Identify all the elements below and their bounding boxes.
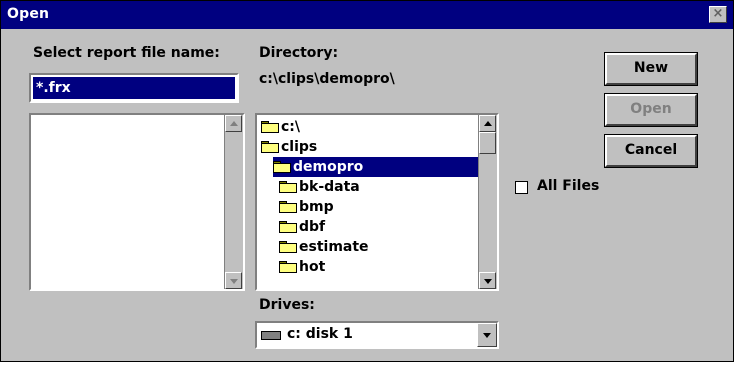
drive-dropdown-button[interactable] <box>477 323 497 347</box>
directory-item[interactable]: demopro <box>273 157 478 177</box>
directory-item[interactable]: bmp <box>279 197 334 217</box>
filename-value: *.frx <box>33 77 235 99</box>
directory-scrollbar[interactable] <box>478 115 497 289</box>
directory-item-label: bk-data <box>299 179 360 195</box>
directory-item-label: dbf <box>299 219 326 235</box>
directory-label: Directory: <box>259 45 339 61</box>
folder-icon <box>279 261 297 273</box>
directory-item-label: estimate <box>299 239 369 255</box>
directory-item[interactable]: hot <box>279 257 325 277</box>
dir-scroll-down-button[interactable] <box>479 272 496 289</box>
open-button[interactable]: Open <box>604 93 698 127</box>
open-folder-icon <box>261 121 279 133</box>
file-scroll-up-button[interactable] <box>225 115 242 132</box>
folder-icon <box>279 201 297 213</box>
directory-item-label: demopro <box>293 159 364 175</box>
directory-item-label: c:\ <box>281 119 301 135</box>
cancel-button[interactable]: Cancel <box>604 134 698 168</box>
file-list[interactable] <box>29 113 245 291</box>
scroll-down-arrow-icon <box>484 279 492 284</box>
file-list-scrollbar[interactable] <box>224 115 243 289</box>
open-folder-icon <box>273 161 291 173</box>
scroll-up-arrow-icon <box>230 121 238 126</box>
title-bar[interactable]: Open × <box>1 1 733 29</box>
file-name-label: Select report file name: <box>33 45 220 61</box>
directory-item[interactable]: bk-data <box>279 177 360 197</box>
directory-item[interactable]: estimate <box>279 237 369 257</box>
all-files-checkbox[interactable] <box>515 181 528 194</box>
bottom-edge <box>0 362 736 367</box>
hard-drive-icon <box>261 331 281 340</box>
scroll-down-arrow-icon <box>230 279 238 284</box>
dir-scroll-thumb[interactable] <box>479 132 496 154</box>
dialog-title: Open <box>7 6 50 22</box>
folder-icon <box>279 181 297 193</box>
folder-icon <box>279 241 297 253</box>
open-folder-icon <box>261 141 279 153</box>
directory-item-label: clips <box>281 139 318 155</box>
directory-item-label: hot <box>299 259 326 275</box>
close-icon[interactable]: × <box>709 6 727 23</box>
directory-item-label: bmp <box>299 199 334 215</box>
folder-icon <box>279 221 297 233</box>
directory-item[interactable]: dbf <box>279 217 325 237</box>
scroll-up-arrow-icon <box>484 121 492 126</box>
dir-scroll-up-button[interactable] <box>479 115 496 132</box>
directory-path: c:\clips\demopro\ <box>259 71 395 87</box>
drive-select[interactable]: c: disk 1 <box>255 321 499 349</box>
file-scroll-down-button[interactable] <box>225 272 242 289</box>
drive-selected-value: c: disk 1 <box>287 326 353 342</box>
directory-item[interactable]: clips <box>261 137 317 157</box>
directory-list[interactable]: c:\ clips demopro bk-data bmp dbf estimate hot <box>255 113 499 291</box>
chevron-down-icon <box>483 333 491 338</box>
all-files-label: All Files <box>537 178 600 194</box>
new-button[interactable]: New <box>604 52 698 86</box>
directory-item[interactable]: c:\ <box>261 117 300 137</box>
open-dialog: Open × Select report file name: *.frx Di… <box>0 0 734 362</box>
filename-input[interactable]: *.frx <box>29 73 239 103</box>
drives-label: Drives: <box>259 297 315 313</box>
